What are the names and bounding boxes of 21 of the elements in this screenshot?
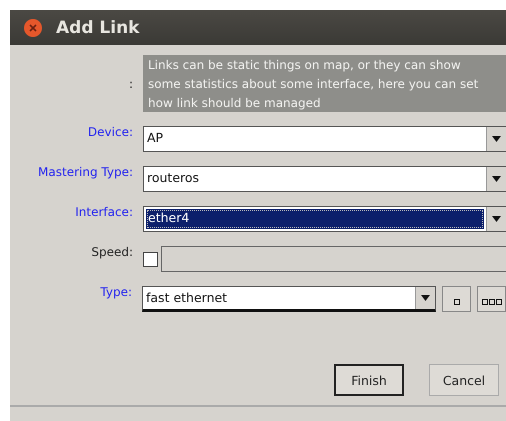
dropdown-field[interactable]: routeros: [143, 166, 506, 192]
triple-square-button[interactable]: [477, 286, 506, 312]
field-label: Device:: [86, 125, 134, 139]
window-title: Add Link: [56, 18, 140, 38]
input-field[interactable]: [161, 246, 506, 272]
field-label: :: [128, 76, 134, 90]
field-label: Speed:: [90, 245, 134, 259]
dialog-button[interactable]: Finish: [334, 364, 404, 396]
squares-icon: [482, 299, 502, 305]
close-icon[interactable]: [24, 18, 42, 36]
square-icon: [454, 299, 460, 305]
dropdown-field[interactable]: ether4: [143, 206, 506, 232]
dropdown-field[interactable]: AP: [143, 126, 506, 152]
info-text: Links can be static things on map, or they can show some statistics about some interface, here you can set how link should be managed: [143, 55, 506, 112]
field-label: Interface:: [74, 205, 134, 219]
field-label: Type:: [99, 285, 133, 299]
field-label: Mastering Type:: [37, 165, 134, 179]
single-square-button[interactable]: [442, 286, 471, 312]
checkbox[interactable]: [143, 252, 158, 266]
dropdown-field[interactable]: fast ethernet: [142, 286, 436, 312]
dialog-button[interactable]: Cancel: [429, 364, 499, 396]
